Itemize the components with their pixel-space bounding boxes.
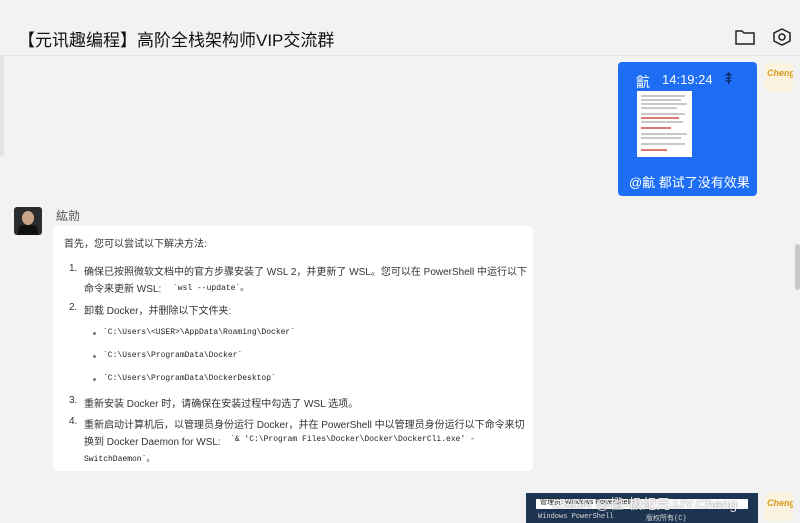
step4-line2: 换到 Docker Daemon for WSL: (84, 437, 221, 448)
chat-header: 【元讯趣编程】高阶全栈架构师VIP交流群 (0, 0, 800, 56)
message-card[interactable]: 首先，您可以尝试以下解决方法: 1. 确保已按照微软文档中的官方步骤安装了 WS… (53, 226, 533, 471)
folder-path: `C:\Users\ProgramData\Docker` (103, 351, 243, 360)
sidebar-edge (0, 56, 4, 156)
step4-code: `& 'C:\Program Files\Docker\Docker\Docke… (230, 435, 475, 444)
console-line: Windows PowerShell (538, 513, 614, 521)
step4-line1: 重新启动计算机后，以管理员身份运行 Docker，并在 PowerShell 中… (84, 420, 525, 431)
step2-text: 卸载 Docker，并删除以下文件夹: (84, 306, 232, 317)
step1-code: `wsl --update`。 (173, 284, 249, 293)
intro-text: 首先，您可以尝试以下解决方法: (64, 239, 207, 250)
sender-glyph: 䶳 (636, 74, 650, 90)
upload-icon[interactable]: ⇞ (722, 69, 735, 89)
folder-path: `C:\Users\ProgramData\DockerDesktop` (103, 374, 276, 383)
step4-code-cont: SwitchDaemon`。 (84, 455, 155, 464)
step1-line1: 确保已按照微软文档中的官方步骤安装了 WSL 2，并更新了 WSL。您可以在 P… (84, 267, 528, 278)
step1-line2: 命令来更新 WSL: (84, 284, 162, 295)
avatar[interactable]: Cheng (765, 493, 793, 521)
step-number: 1. (69, 263, 78, 274)
page-title: 【元讯趣编程】高阶全栈架构师VIP交流群 (18, 31, 335, 50)
avatar[interactable]: Cheng (765, 63, 793, 91)
image-thumbnail[interactable] (637, 91, 692, 157)
mini-program-icon[interactable] (771, 26, 793, 48)
folder-path: `C:\Users\<USER>\AppData\Roaming\Docker` (103, 328, 296, 337)
console-line: 版权所有(C) (646, 515, 687, 523)
sender-avatar[interactable] (14, 207, 42, 235)
sender-name: 紘勍 (56, 209, 81, 223)
folder-icon[interactable] (734, 26, 756, 48)
watermark-text: CSDN @橙-极纪元JJY.Cheng (552, 496, 738, 512)
message-time: 14:19:24 (662, 72, 713, 87)
message-caption: @䶳 都试了没有效果 (629, 175, 750, 190)
step-number: 3. (69, 395, 78, 406)
step3-text: 重新安装 Docker 时，请确保在安装过程中勾选了 WSL 选项。 (84, 399, 359, 410)
avatar-logo: Cheng (767, 498, 793, 508)
avatar-logo: Cheng (767, 68, 793, 78)
step-number: 4. (69, 416, 78, 427)
scrollbar-thumb[interactable] (795, 244, 800, 290)
step-number: 2. (69, 302, 78, 313)
